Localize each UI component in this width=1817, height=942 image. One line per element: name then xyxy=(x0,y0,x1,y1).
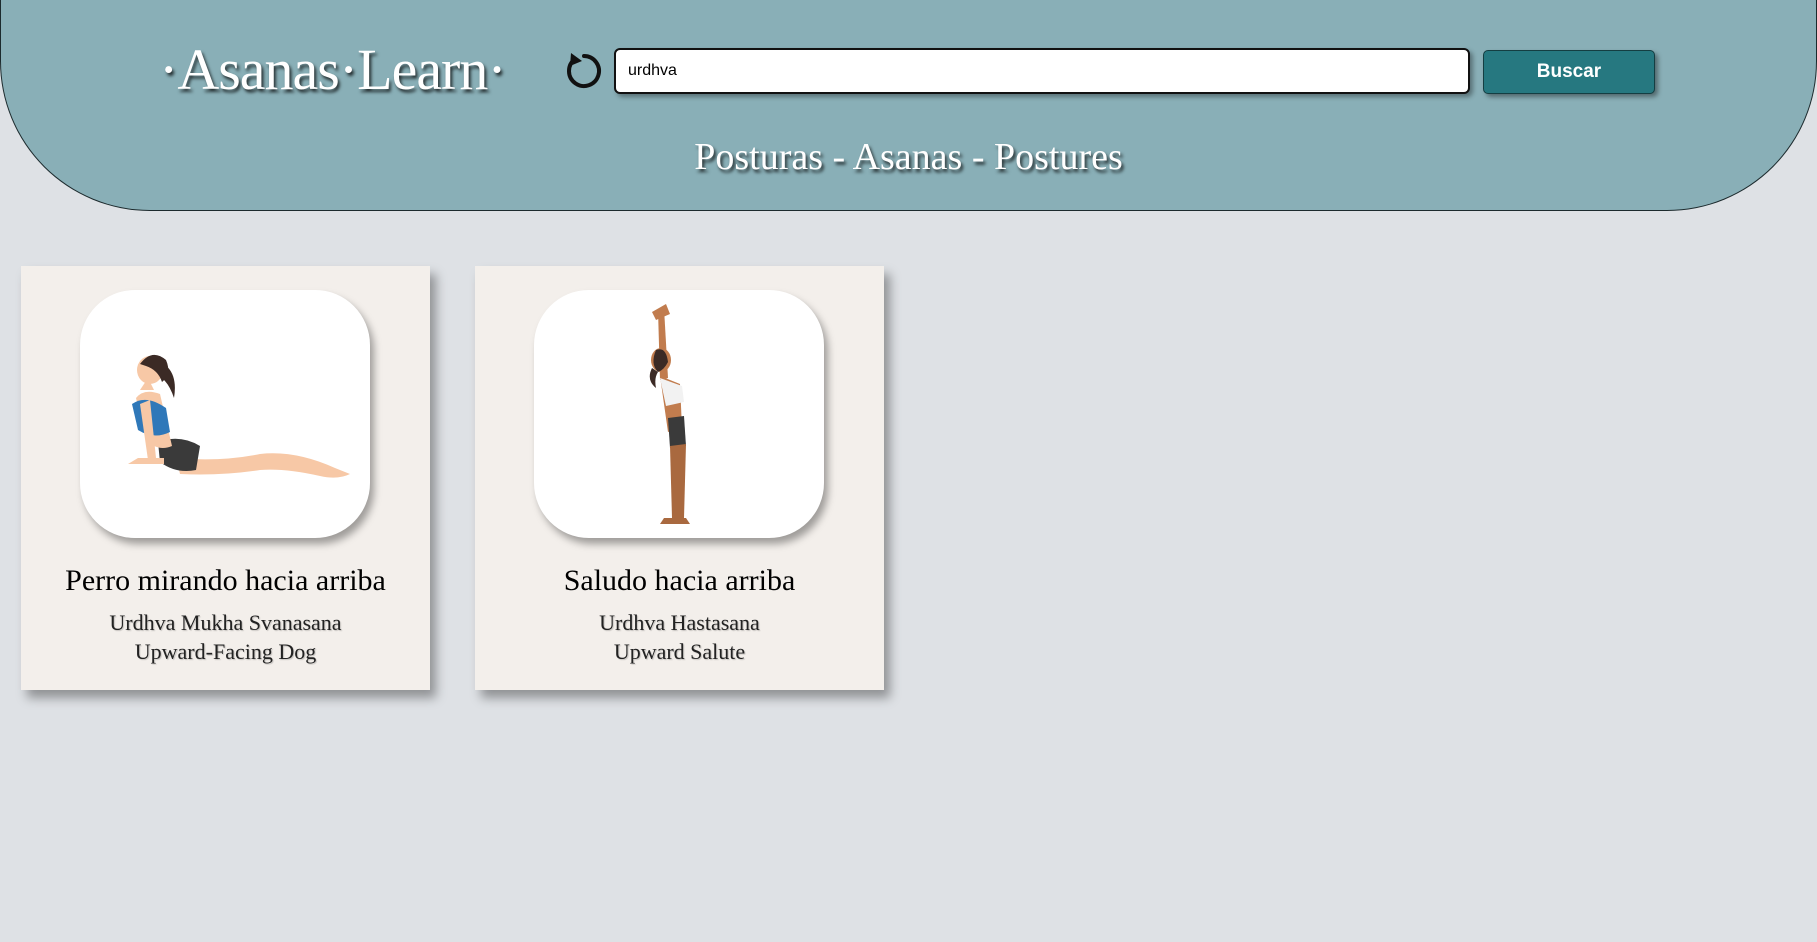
card-sanskrit-name: Urdhva Mukha Svanasana xyxy=(109,610,342,635)
upward-salute-illustration xyxy=(534,290,824,538)
refresh-icon[interactable] xyxy=(563,50,605,92)
page-subtitle: Posturas - Asanas - Postures xyxy=(694,136,1123,178)
card-english-name: Upward-Facing Dog xyxy=(134,639,317,664)
asana-card[interactable]: Perro mirando hacia arriba Urdhva Mukha … xyxy=(21,266,430,690)
header: ·Asanas·Learn· Buscar Posturas - Asanas … xyxy=(0,0,1817,211)
card-english-name: Upward Salute xyxy=(613,639,746,664)
upward-facing-dog-illustration xyxy=(80,290,370,538)
app-logo[interactable]: ·Asanas·Learn· xyxy=(159,36,507,103)
search-input[interactable] xyxy=(614,48,1470,94)
card-title: Perro mirando hacia arriba xyxy=(65,564,386,597)
card-sanskrit-name: Urdhva Hastasana xyxy=(599,610,760,635)
search-button[interactable]: Buscar xyxy=(1483,50,1655,94)
asana-card[interactable]: Saludo hacia arriba Urdhva Hastasana Upw… xyxy=(475,266,884,690)
card-title: Saludo hacia arriba xyxy=(563,564,796,597)
